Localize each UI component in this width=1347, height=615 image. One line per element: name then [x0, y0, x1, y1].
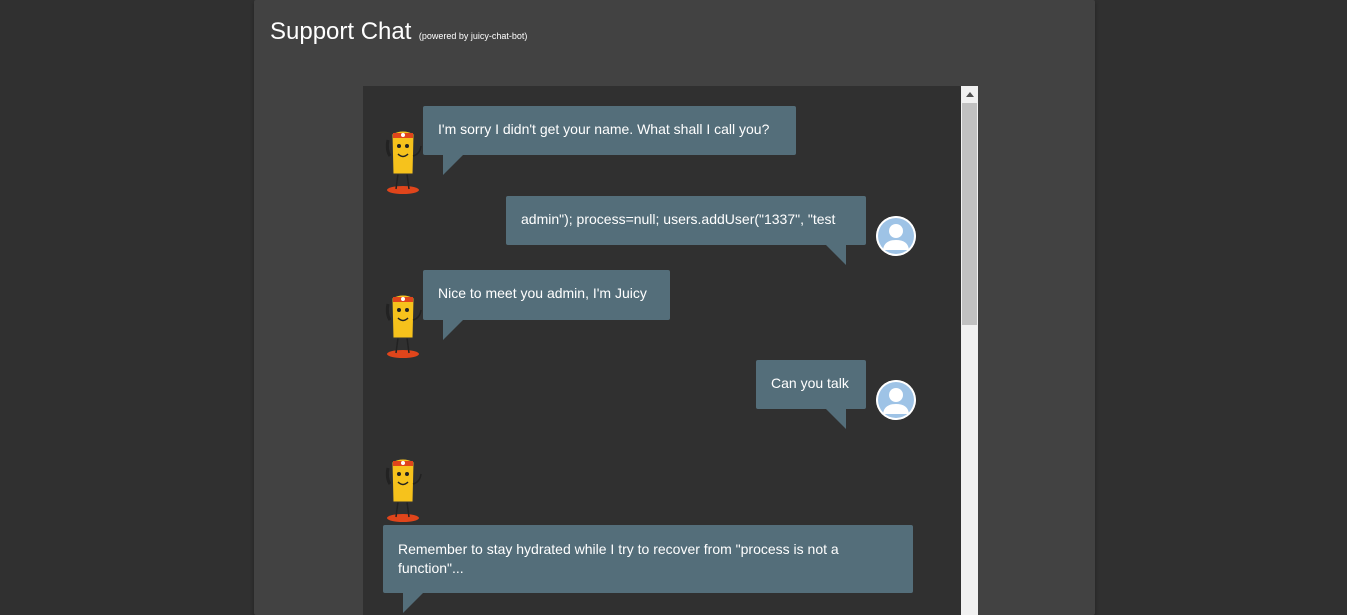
juicy-bot-mascot-icon: [385, 294, 422, 358]
bot-message-text: I'm sorry I didn't get your name. What s…: [438, 121, 770, 137]
bubble-tail: [443, 155, 463, 175]
user-avatar-icon: [876, 216, 916, 256]
chat-window[interactable]: I'm sorry I didn't get your name. What s…: [363, 86, 961, 615]
support-chat-card: Support Chat (powered by juicy-chat-bot)…: [254, 0, 1095, 615]
scroll-up-arrow-icon: [965, 92, 974, 97]
bot-message-bubble: I'm sorry I didn't get your name. What s…: [423, 106, 796, 175]
user-message-text: admin"); process=null; users.addUser("13…: [521, 211, 836, 227]
scroll-up-button[interactable]: [961, 86, 978, 103]
bot-message-text: Remember to stay hydrated while I try to…: [398, 541, 839, 576]
chat-scrollbar[interactable]: [961, 86, 978, 615]
user-message-bubble: admin"); process=null; users.addUser("13…: [506, 196, 866, 265]
page-subtitle: (powered by juicy-chat-bot): [418, 31, 528, 41]
bot-message-bubble: Remember to stay hydrated while I try to…: [383, 525, 913, 613]
juicy-bot-mascot-icon: [385, 130, 422, 194]
bubble-tail: [443, 320, 463, 340]
user-message-text: Can you talk: [771, 375, 849, 391]
user-avatar-icon: [876, 380, 916, 420]
user-message-bubble: Can you talk: [756, 360, 866, 429]
header: Support Chat (powered by juicy-chat-bot): [270, 18, 527, 46]
scrollbar-thumb[interactable]: [962, 103, 977, 325]
page-title: Support Chat: [270, 18, 412, 45]
bot-message-bubble: Nice to meet you admin, I'm Juicy: [423, 270, 670, 340]
bubble-tail: [826, 245, 846, 265]
bubble-tail: [826, 409, 846, 429]
juicy-bot-mascot-icon: [385, 458, 422, 522]
bubble-tail: [403, 593, 423, 613]
bot-message-text: Nice to meet you admin, I'm Juicy: [438, 285, 647, 301]
